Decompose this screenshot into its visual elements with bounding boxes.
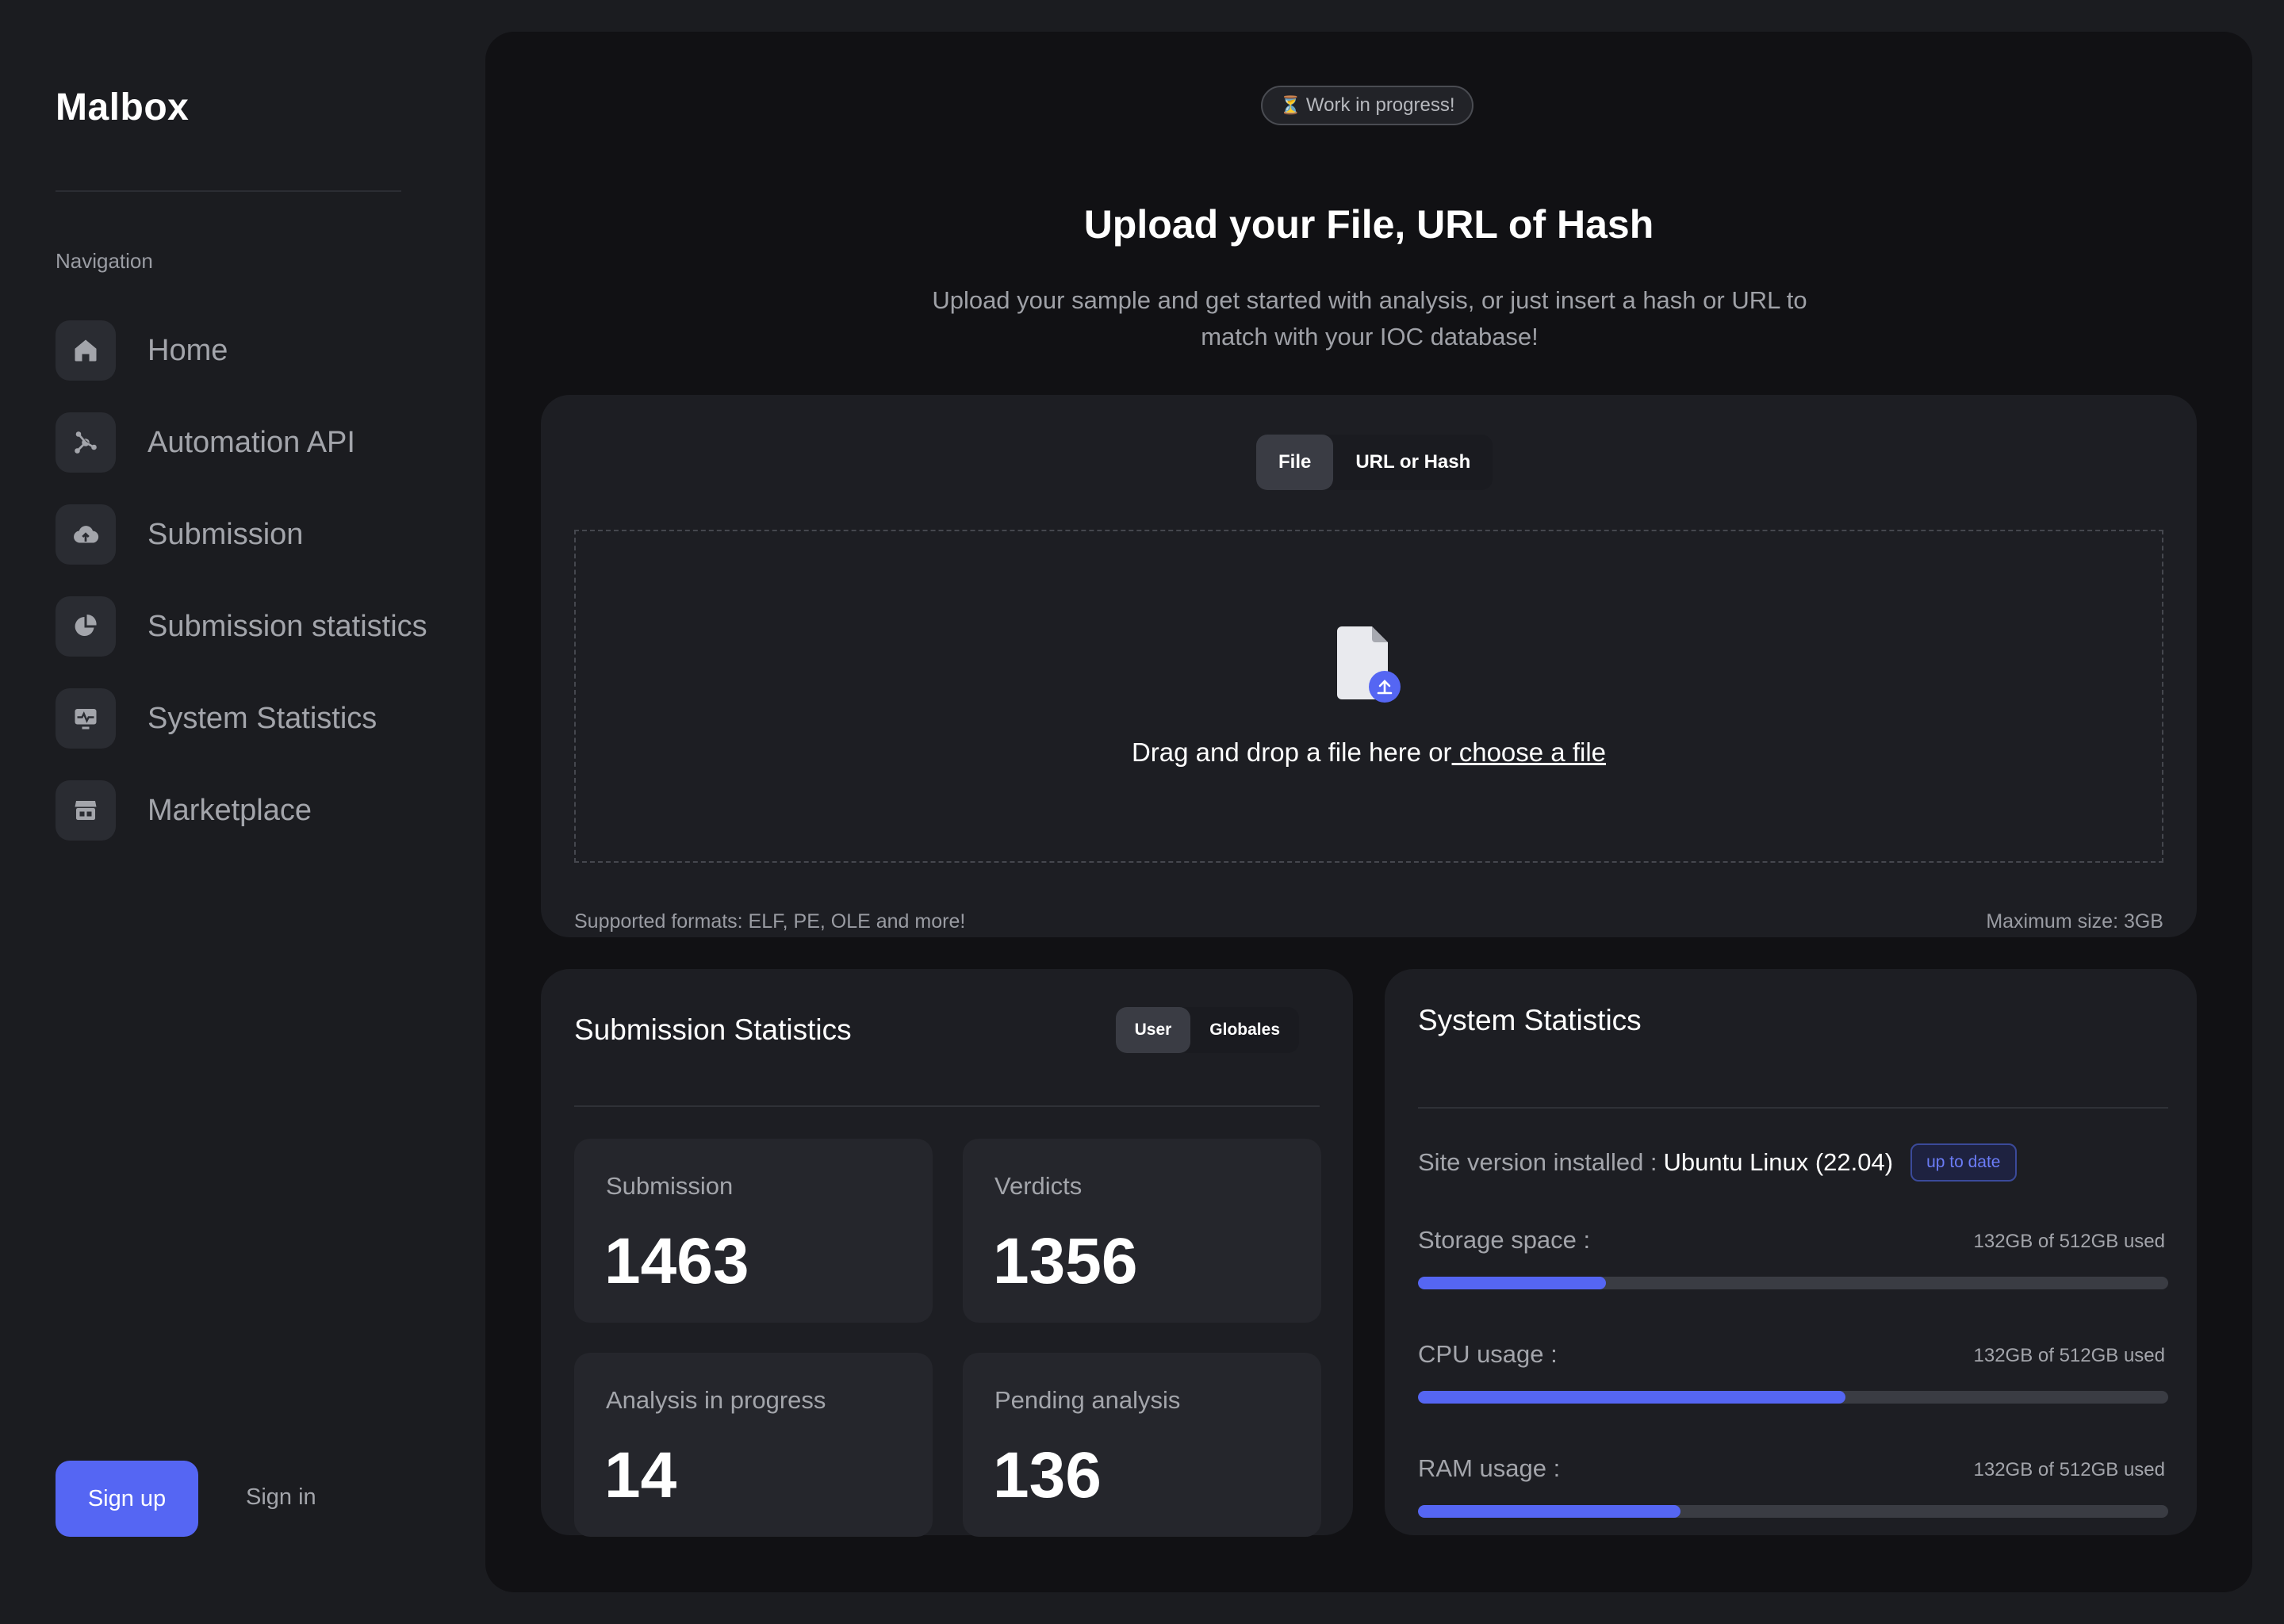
nav-list: Home Automation API Submission Submissio…: [56, 304, 484, 856]
sidebar: Malbox Navigation Home Automation API Su…: [0, 0, 485, 1624]
stat-box-verdicts: Verdicts 1356: [963, 1139, 1321, 1323]
tab-url-or-hash[interactable]: URL or Hash: [1333, 435, 1493, 490]
submission-statistics-title: Submission Statistics: [574, 1013, 852, 1046]
home-icon: [56, 320, 116, 381]
supported-formats: Supported formats: ELF, PE, OLE and more…: [574, 910, 966, 933]
stat-box-pending-analysis: Pending analysis 136: [963, 1353, 1321, 1537]
sidebar-item-marketplace[interactable]: Marketplace: [56, 764, 484, 856]
tab-globales[interactable]: Globales: [1190, 1007, 1299, 1053]
sidebar-item-label: Marketplace: [148, 793, 312, 827]
system-statistics-title: System Statistics: [1418, 1004, 1642, 1036]
sidebar-item-label: Automation API: [148, 425, 355, 459]
sidebar-item-submission[interactable]: Submission: [56, 488, 484, 580]
version-label: Site version installed :: [1418, 1148, 1657, 1176]
ram-label: RAM usage :: [1418, 1454, 1561, 1482]
stat-value: 1356: [993, 1225, 1138, 1297]
nav-heading: Navigation: [56, 249, 153, 273]
cpu-value: 132GB of 512GB used: [1973, 1345, 2166, 1366]
sidebar-item-label: Submission statistics: [148, 609, 427, 643]
stat-value: 1463: [604, 1225, 749, 1297]
file-upload-icon: [1337, 626, 1401, 703]
hourglass-icon: ⏳: [1279, 95, 1301, 115]
sidebar-item-system-statistics[interactable]: System Statistics: [56, 672, 484, 764]
submission-statistics-card: Submission Statistics User Globales Subm…: [541, 969, 1353, 1537]
stat-label: Submission: [606, 1172, 734, 1200]
main-panel: ⏳ Work in progress! Upload your File, UR…: [485, 32, 2252, 1592]
sidebar-item-automation-api[interactable]: Automation API: [56, 396, 484, 488]
card-divider: [1418, 1107, 2168, 1109]
work-in-progress-badge: ⏳ Work in progress!: [1261, 86, 1473, 125]
ram-progress-fill: [1418, 1505, 1681, 1518]
sidebar-item-home[interactable]: Home: [56, 304, 484, 396]
page-subtitle: Upload your sample and get started with …: [932, 286, 1807, 350]
ram-value: 132GB of 512GB used: [1973, 1459, 2166, 1480]
api-icon: [56, 412, 116, 473]
cpu-progress-bar: [1418, 1391, 2168, 1404]
system-statistics-card: System Statistics Site version installed…: [1385, 969, 2197, 1535]
storage-progress-fill: [1418, 1277, 1606, 1289]
stat-label: Verdicts: [994, 1172, 1083, 1200]
page-title: Upload your File, URL of Hash: [1083, 202, 1654, 247]
sidebar-item-submission-statistics[interactable]: Submission statistics: [56, 580, 484, 672]
stat-label: Pending analysis: [994, 1386, 1181, 1414]
dropzone-text: Drag and drop a file here or choose a fi…: [576, 737, 2162, 768]
cpu-progress-fill: [1418, 1391, 1846, 1404]
site-version-row: Site version installed : Ubuntu Linux (2…: [1418, 1143, 2017, 1182]
badge-text: Work in progress!: [1305, 94, 1455, 116]
upload-tabs: File URL or Hash: [1256, 435, 1493, 490]
store-icon: [56, 780, 116, 841]
sidebar-item-label: Home: [148, 333, 228, 367]
tab-user[interactable]: User: [1115, 1007, 1191, 1053]
tab-file[interactable]: File: [1256, 435, 1334, 490]
monitor-pulse-icon: [56, 688, 116, 749]
maximum-size: Maximum size: 3GB: [1986, 910, 2163, 933]
stat-label: Analysis in progress: [606, 1386, 826, 1414]
version-value: Ubuntu Linux (22.04): [1663, 1148, 1894, 1176]
upload-card: File URL or Hash Drag and drop a file he…: [541, 395, 2197, 937]
stat-box-analysis-in-progress: Analysis in progress 14: [574, 1353, 933, 1537]
card-divider: [574, 1105, 1320, 1107]
storage-label: Storage space :: [1418, 1226, 1591, 1254]
cloud-upload-icon: [56, 504, 116, 565]
app-logo[interactable]: Malbox: [56, 86, 189, 129]
file-dropzone[interactable]: Drag and drop a file here or choose a fi…: [574, 530, 2163, 863]
up-to-date-badge: up to date: [1910, 1143, 2017, 1182]
pie-chart-icon: [56, 596, 116, 657]
stat-value: 136: [993, 1439, 1102, 1511]
submission-stats-tabs: User Globales: [1115, 1007, 1299, 1053]
ram-progress-bar: [1418, 1505, 2168, 1518]
sign-in-link[interactable]: Sign in: [246, 1484, 316, 1511]
sign-up-button[interactable]: Sign up: [56, 1461, 198, 1537]
storage-progress-bar: [1418, 1277, 2168, 1289]
stat-box-submission: Submission 1463: [574, 1139, 933, 1323]
sidebar-item-label: System Statistics: [148, 701, 377, 735]
drop-instructions: Drag and drop a file here or: [1131, 737, 1452, 767]
sidebar-divider: [56, 190, 401, 192]
cpu-label: CPU usage :: [1418, 1340, 1558, 1368]
storage-value: 132GB of 512GB used: [1973, 1231, 2166, 1252]
choose-file-link[interactable]: choose a file: [1452, 737, 1606, 767]
stat-value: 14: [604, 1439, 677, 1511]
sidebar-item-label: Submission: [148, 517, 304, 551]
